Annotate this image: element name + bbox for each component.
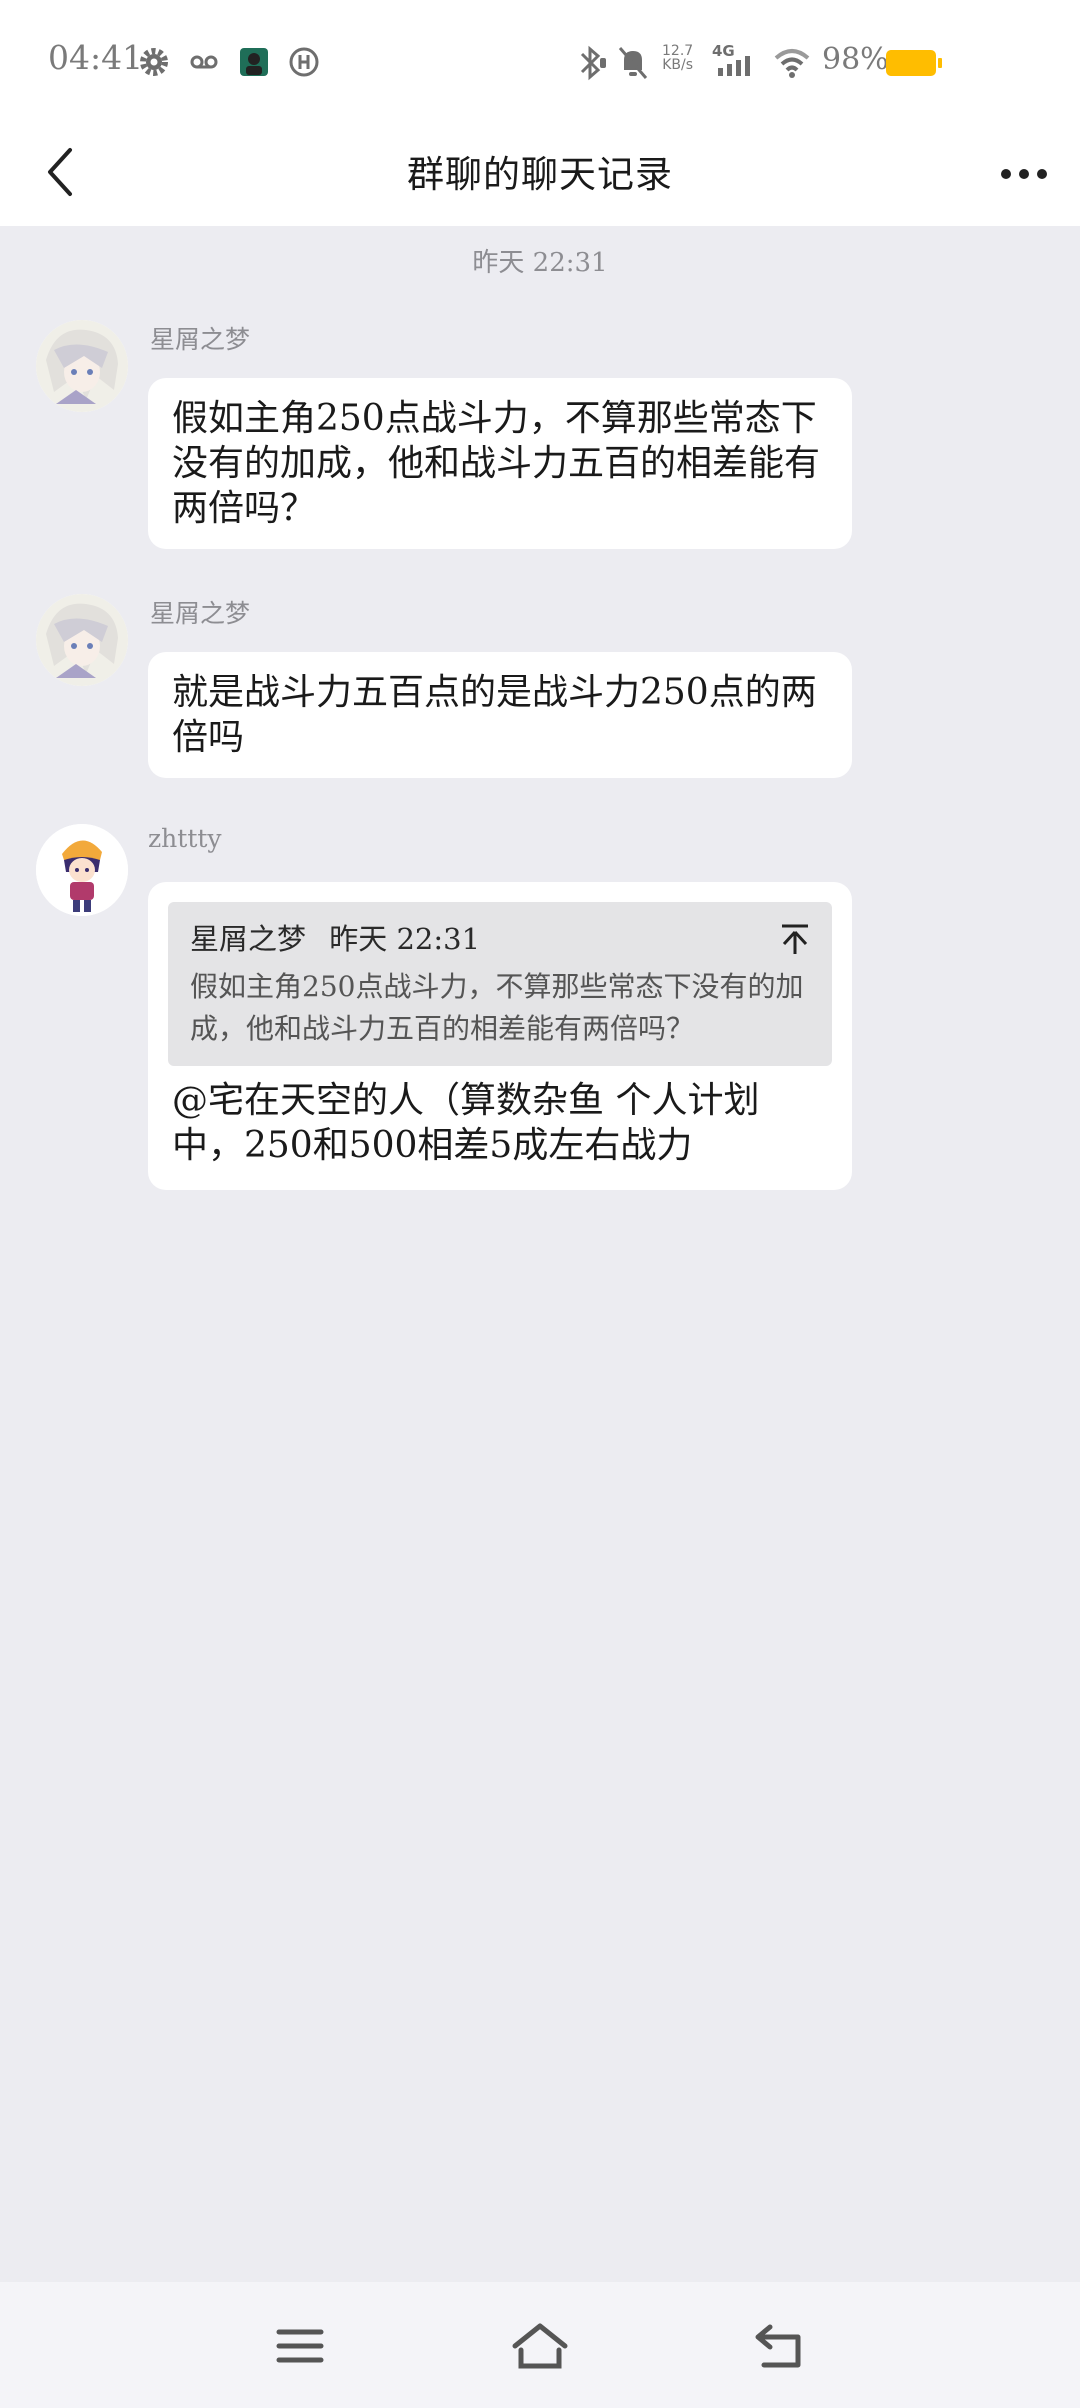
- status-time: 04:41: [48, 38, 144, 77]
- system-nav-bar: [0, 2282, 1080, 2408]
- sender-name: zhttty: [148, 824, 222, 853]
- home-icon: [512, 2323, 568, 2369]
- message-bubble[interactable]: 星屑之梦 昨天 22:31 假如主角250点战斗力，不算那些常态下没有的加成，他…: [148, 882, 852, 1190]
- message-bubble[interactable]: 假如主角250点战斗力，不算那些常态下没有的加成，他和战斗力五百的相差能有两倍吗…: [148, 378, 852, 549]
- settings-gear-icon: [138, 46, 170, 82]
- status-bar: 04:41 12.7 KB/s 4G 98%: [0, 0, 1080, 120]
- net-speed-value: 12.7: [662, 43, 694, 59]
- quote-time: 昨天 22:31: [329, 922, 481, 956]
- voicemail-icon: [188, 46, 220, 82]
- jump-to-top-icon[interactable]: [778, 922, 812, 956]
- quote-sender: 星屑之梦: [190, 922, 307, 956]
- more-dots-icon: [1001, 169, 1047, 179]
- bluetooth-icon: [574, 44, 608, 86]
- quoted-message[interactable]: 星屑之梦 昨天 22:31 假如主角250点战斗力，不算那些常态下没有的加成，他…: [168, 902, 832, 1066]
- avatar[interactable]: [36, 320, 128, 412]
- network-type-label: 4G: [712, 42, 735, 60]
- signal-icon: 4G: [710, 42, 762, 84]
- sender-name: 星屑之梦: [150, 325, 251, 354]
- status-left-icons: [138, 46, 320, 82]
- net-speed-unit: KB/s: [662, 57, 693, 73]
- sender-name: 星屑之梦: [150, 599, 251, 628]
- quote-text: 假如主角250点战斗力，不算那些常态下没有的加成，他和战斗力五百的相差能有两倍吗…: [190, 970, 804, 1045]
- battery-icon: [886, 50, 942, 76]
- avatar[interactable]: [36, 824, 128, 916]
- wifi-icon: [772, 44, 812, 84]
- home-button[interactable]: [508, 2316, 572, 2376]
- avatar[interactable]: [36, 594, 128, 686]
- silent-bell-icon: [616, 44, 650, 86]
- back-return-icon: [755, 2324, 801, 2368]
- nav-bar: 群聊的聊天记录: [0, 120, 1080, 226]
- status-right-icons: 12.7 KB/s 4G 98%: [540, 38, 1080, 88]
- battery-percent: 98%: [822, 42, 889, 77]
- net-speed: 12.7 KB/s: [662, 44, 693, 72]
- chat-history[interactable]: 昨天 22:31 星屑之梦 假如主角250点战斗力，不算那些常态下没有的加成，他…: [0, 226, 1080, 2282]
- chat-timestamp: 昨天 22:31: [472, 248, 608, 278]
- page-title: 群聊的聊天记录: [407, 153, 673, 196]
- back-nav-button[interactable]: [748, 2316, 812, 2376]
- message-text: @宅在天空的人（算数杂鱼 个人计划中，250和500相差5成左右战力: [172, 1080, 760, 1166]
- quote-header: 星屑之梦 昨天 22:31: [190, 918, 810, 960]
- message-bubble[interactable]: 就是战斗力五百点的是战斗力250点的两倍吗: [148, 652, 852, 778]
- message-text: 假如主角250点战斗力，不算那些常态下没有的加成，他和战斗力五百的相差能有两倍吗…: [172, 398, 821, 529]
- more-options-button[interactable]: [992, 142, 1056, 206]
- menu-button[interactable]: [268, 2316, 332, 2376]
- app-notification-icon: [238, 46, 270, 82]
- message-text: 就是战斗力五百点的是战斗力250点的两倍吗: [172, 672, 817, 758]
- menu-icon: [276, 2329, 324, 2363]
- app-logo-icon: [288, 46, 320, 82]
